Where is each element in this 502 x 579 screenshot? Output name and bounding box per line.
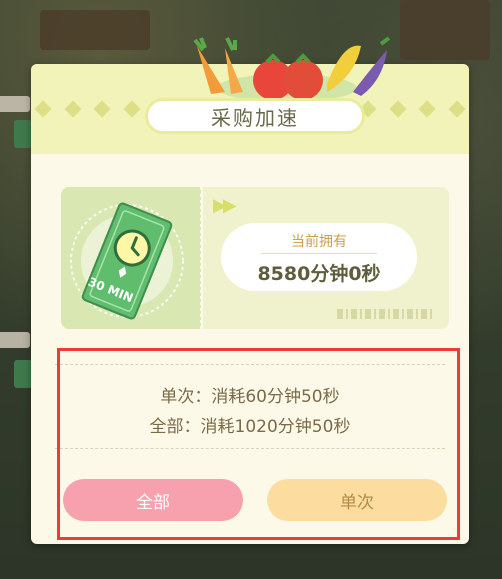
background-side-tag bbox=[0, 96, 30, 112]
all-speedup-button[interactable]: 全部 bbox=[63, 479, 243, 521]
owned-time-label: 当前拥有 bbox=[291, 234, 347, 250]
speedup-dialog: 采购加速 30 MIN ▶▶ 当前拥有 8580分钟0秒 单次：消耗60分钟50… bbox=[31, 36, 469, 544]
divider-top bbox=[55, 364, 445, 365]
ticket-icon-panel: 30 MIN bbox=[61, 187, 201, 329]
all-cost-text: 全部：消耗1020分钟50秒 bbox=[149, 417, 351, 437]
single-speedup-button[interactable]: 单次 bbox=[267, 479, 447, 521]
ticket-info-panel: ▶▶ 当前拥有 8580分钟0秒 bbox=[203, 187, 449, 329]
time-ticket-card: 30 MIN ▶▶ 当前拥有 8580分钟0秒 bbox=[61, 187, 449, 329]
background-side-block bbox=[14, 360, 32, 388]
owned-time-underline bbox=[261, 253, 377, 254]
owned-time-box: 当前拥有 8580分钟0秒 bbox=[221, 223, 417, 291]
owned-time-value: 8580分钟0秒 bbox=[257, 263, 381, 285]
vegetables-icon bbox=[193, 36, 391, 102]
barcode-decoration bbox=[337, 309, 433, 319]
background-side-tag bbox=[0, 332, 30, 348]
background-shelf bbox=[40, 10, 150, 50]
background-side-block bbox=[14, 120, 32, 148]
dialog-title: 采购加速 bbox=[145, 98, 365, 134]
fast-forward-icon: ▶▶ bbox=[213, 195, 237, 216]
time-ticket-icon bbox=[70, 202, 184, 320]
divider-bottom bbox=[55, 448, 445, 449]
single-cost-text: 单次：消耗60分钟50秒 bbox=[160, 387, 340, 407]
background-shelf bbox=[400, 0, 490, 60]
